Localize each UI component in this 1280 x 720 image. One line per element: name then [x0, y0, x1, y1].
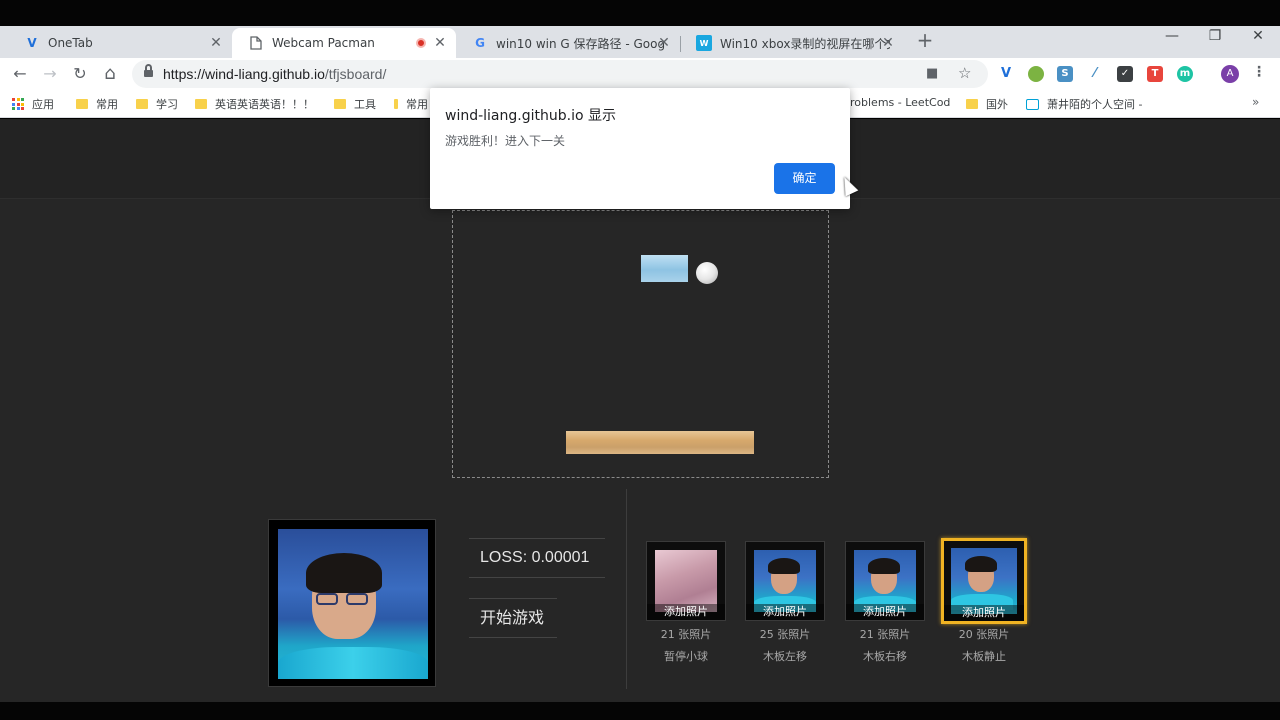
extension-translate-icon[interactable]: T: [1147, 66, 1163, 82]
minimize-button[interactable]: —: [1162, 28, 1182, 44]
start-game-button[interactable]: 开始游戏: [469, 598, 557, 638]
game-board: [452, 210, 829, 478]
extension-screenshot-icon[interactable]: S: [1057, 66, 1073, 82]
page-icon: [248, 35, 264, 51]
folder-icon: [966, 99, 978, 109]
class-thumbnail-paddle-left[interactable]: 添加照片: [745, 541, 825, 621]
folder-icon: [76, 99, 88, 109]
bookmark-folder[interactable]: 英语英语英语！！！: [195, 96, 314, 112]
class-action-label: 木板右移: [863, 650, 907, 663]
browser-toolbar: ← → ↻ ⌂ https://wind-liang.github.io/tfj…: [0, 58, 1280, 90]
class-action-label: 木板左移: [763, 650, 807, 663]
sample-photo: [754, 550, 816, 612]
tab-label: OneTab: [48, 36, 93, 50]
lock-icon: [144, 64, 153, 78]
tab-strip: V OneTab ✕ Webcam Pacman ✕ G win10 win G…: [0, 26, 1280, 58]
bookmark-leetcode[interactable]: roblems - LeetCod: [850, 96, 950, 109]
bookmark-folder[interactable]: 常用: [76, 96, 118, 112]
restore-button[interactable]: ❐: [1205, 28, 1225, 44]
webcam-video: [278, 529, 428, 679]
close-icon[interactable]: ✕: [208, 35, 224, 51]
profile-avatar[interactable]: A: [1221, 65, 1239, 83]
class-thumbnail-paddle-right[interactable]: 添加照片: [845, 541, 925, 621]
address-bar[interactable]: https://wind-liang.github.io/tfjsboard/ …: [132, 60, 988, 88]
tab-label: Win10 xbox录制的视屏在哪个文: [720, 36, 890, 51]
add-photo-button[interactable]: 添加照片: [746, 604, 824, 620]
add-photo-button[interactable]: 添加照片: [944, 605, 1024, 621]
home-button[interactable]: ⌂: [99, 63, 121, 85]
screen: V OneTab ✕ Webcam Pacman ✕ G win10 win G…: [0, 0, 1280, 720]
photo-count: 20 张照片: [958, 628, 1010, 641]
ok-button[interactable]: 确定: [774, 163, 835, 194]
photo-count: 21 张照片: [859, 628, 911, 641]
forward-button[interactable]: →: [39, 63, 61, 85]
camera-icon[interactable]: ■: [926, 66, 938, 81]
recording-indicator-icon: [416, 38, 426, 48]
dialog-title: wind-liang.github.io 显示: [445, 108, 616, 124]
letterbox-bottom: [0, 702, 1280, 720]
menu-icon[interactable]: ⋮: [1252, 64, 1266, 80]
close-icon[interactable]: ✕: [656, 35, 672, 51]
bookmark-star-icon[interactable]: ☆: [958, 64, 971, 82]
bilibili-icon: [1026, 98, 1039, 110]
folder-icon: [136, 99, 148, 109]
add-photo-button[interactable]: 添加照片: [846, 604, 924, 620]
add-photo-button[interactable]: 添加照片: [647, 604, 725, 620]
folder-icon: [195, 99, 207, 109]
extension-m-icon[interactable]: m: [1177, 66, 1193, 82]
class-thumbnail-paddle-stop[interactable]: 添加照片: [941, 538, 1027, 624]
bookmarks-overflow-button[interactable]: »: [1252, 95, 1259, 109]
sample-photo: [854, 550, 916, 612]
tab-label: Webcam Pacman: [272, 36, 375, 50]
onetab-icon: V: [27, 36, 37, 50]
divider: [626, 489, 627, 689]
apps-icon: [12, 98, 24, 110]
paddle: [566, 431, 754, 454]
photo-count: 25 张照片: [759, 628, 811, 641]
onetab-extension-icon[interactable]: V: [998, 66, 1014, 82]
extension-circle-icon[interactable]: [1028, 66, 1044, 82]
google-icon: G: [475, 36, 485, 50]
bookmark-apps[interactable]: 应用: [12, 96, 54, 112]
bookmark-folder[interactable]: 工具: [334, 96, 376, 112]
class-thumbnail-pause-ball[interactable]: 添加照片: [646, 541, 726, 621]
tab-label: win10 win G 保存路径 - Google: [496, 36, 666, 51]
tab-webcam-pacman[interactable]: Webcam Pacman ✕: [232, 28, 456, 58]
close-icon[interactable]: ✕: [880, 35, 896, 51]
sample-photo: [655, 550, 717, 612]
webcam-preview: [268, 519, 436, 687]
reload-button[interactable]: ↻: [69, 63, 91, 85]
site-icon: W: [696, 35, 712, 51]
url-text[interactable]: https://wind-liang.github.io/tfjsboard/: [163, 66, 386, 82]
loss-display: LOSS: 0.00001: [469, 538, 605, 578]
back-button[interactable]: ←: [9, 63, 31, 85]
letterbox-top: [0, 0, 1280, 26]
pocket-icon[interactable]: ✓: [1117, 66, 1133, 82]
new-tab-button[interactable]: +: [914, 29, 936, 51]
class-action-label: 暂停小球: [664, 650, 708, 663]
close-window-button[interactable]: ✕: [1248, 28, 1268, 44]
class-action-label: 木板静止: [962, 650, 1006, 663]
alert-dialog: wind-liang.github.io 显示 游戏胜利！进入下一关 确定: [430, 88, 850, 209]
extension-feather-icon[interactable]: ⁄: [1087, 66, 1103, 82]
tab-onetab[interactable]: V OneTab ✕: [8, 28, 232, 58]
close-icon[interactable]: ✕: [432, 35, 448, 51]
bookmark-folder[interactable]: 学习: [136, 96, 178, 112]
ball: [696, 262, 718, 284]
folder-icon: [394, 99, 398, 109]
photo-count: 21 张照片: [660, 628, 712, 641]
bookmark-folder[interactable]: 常用: [394, 96, 428, 112]
tab-google-search[interactable]: G win10 win G 保存路径 - Google ✕: [456, 28, 680, 58]
bookmark-bilibili[interactable]: 萧井陌的个人空间 -: [1026, 96, 1156, 112]
tab-xbox-recording[interactable]: W Win10 xbox录制的视屏在哪个文 ✕: [680, 28, 904, 58]
folder-icon: [334, 99, 346, 109]
brick: [641, 255, 688, 282]
bookmark-folder[interactable]: 国外: [966, 96, 1008, 112]
dialog-message: 游戏胜利！进入下一关: [445, 134, 566, 148]
